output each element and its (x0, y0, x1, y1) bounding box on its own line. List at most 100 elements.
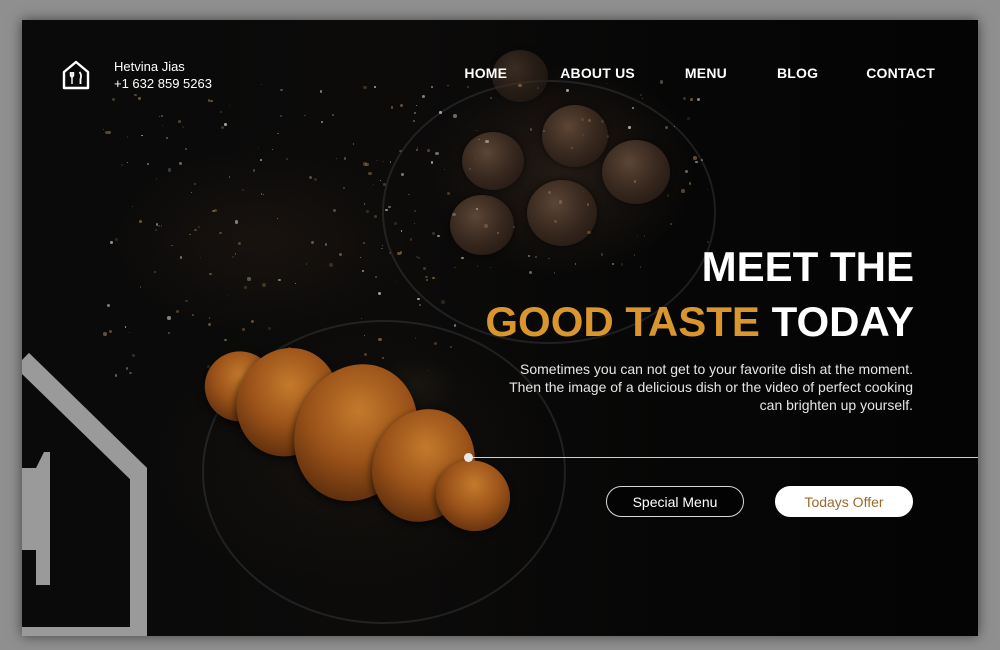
nav-home[interactable]: HOME (464, 65, 507, 81)
sprinkle (377, 291, 382, 295)
sprinkle (415, 104, 417, 106)
brand[interactable]: Hetvina Jias +1 632 859 5263 (62, 58, 212, 92)
sprinkle (383, 183, 386, 187)
sprinkle (178, 161, 182, 166)
sprinkle (433, 341, 437, 345)
sprinkle (177, 120, 181, 124)
sprinkle (478, 138, 480, 140)
sprinkle (435, 151, 439, 155)
todays-offer-button[interactable]: Todays Offer (775, 486, 913, 517)
sprinkle (363, 162, 367, 166)
hero-description-line: Then the image of a delicious dish or th… (509, 379, 913, 395)
sprinkle (394, 222, 397, 225)
sprinkle (374, 86, 376, 88)
sprinkle (690, 97, 693, 101)
sprinkle (427, 149, 430, 152)
divider-line (468, 457, 978, 458)
sprinkle (431, 231, 435, 235)
sprinkle (321, 121, 323, 123)
sprinkle (423, 266, 426, 270)
sprinkle (179, 255, 183, 259)
sprinkle (114, 237, 119, 241)
sprinkle (280, 114, 283, 117)
sprinkle (701, 159, 703, 161)
sprinkle (427, 369, 429, 371)
sprinkle (167, 331, 170, 334)
sprinkle (247, 277, 251, 281)
sprinkle (432, 276, 435, 280)
sprinkle (365, 209, 369, 213)
sprinkle (416, 297, 420, 301)
sprinkle (413, 209, 416, 212)
sprinkle (693, 156, 697, 160)
hero-description-line: Sometimes you can not get to your favori… (520, 361, 913, 377)
sprinkle (260, 159, 262, 161)
sprinkle (208, 272, 212, 276)
sprinkle (566, 88, 570, 92)
sprinkle (400, 230, 403, 232)
sprinkle (374, 275, 378, 278)
sprinkle (518, 83, 522, 88)
nav-blog[interactable]: BLOG (777, 65, 818, 81)
sprinkle (360, 317, 362, 319)
sprinkle (399, 150, 402, 153)
sprinkle (319, 90, 323, 93)
house-fork-knife-icon (62, 60, 90, 90)
sprinkle (109, 241, 113, 245)
sprinkle (262, 283, 266, 287)
sprinkle (155, 228, 158, 231)
sprinkle (368, 171, 372, 175)
sprinkle (666, 194, 670, 197)
sprinkle (527, 254, 530, 258)
sprinkle (106, 303, 110, 308)
brand-name: Hetvina Jias (114, 59, 185, 74)
sprinkle (553, 272, 556, 274)
sprinkle (628, 126, 631, 129)
sprinkle (234, 220, 239, 224)
sprinkle (395, 280, 397, 282)
sprinkle (452, 212, 456, 217)
sprinkle (220, 126, 224, 130)
sprinkle (175, 310, 179, 314)
sprinkle (683, 96, 687, 100)
sprinkle (377, 337, 382, 342)
sprinkle (587, 118, 591, 122)
chocolate-ball (542, 105, 608, 167)
sprinkle (430, 85, 433, 88)
sprinkle (197, 226, 200, 229)
sprinkle (441, 300, 445, 304)
chocolate-ball (527, 180, 597, 246)
chocolate-ball (462, 132, 524, 190)
sprinkle (158, 224, 161, 227)
sprinkle (335, 157, 337, 159)
hero-description: Sometimes you can not get to your favori… (433, 360, 913, 414)
nav-about-us[interactable]: ABOUT US (560, 65, 635, 81)
sprinkle (707, 188, 709, 190)
sprinkle (633, 180, 636, 183)
sprinkle (324, 243, 328, 246)
nav-menu[interactable]: MENU (685, 65, 727, 81)
sprinkle (105, 130, 109, 134)
sprinkle (421, 94, 425, 98)
sprinkle (252, 169, 256, 172)
sprinkle (141, 134, 143, 136)
nav-contact[interactable]: CONTACT (866, 65, 935, 81)
sprinkle (484, 224, 488, 228)
sprinkle (171, 244, 173, 246)
sprinkle (111, 98, 115, 102)
divider-dot (464, 453, 473, 462)
sprinkle (490, 97, 492, 99)
sprinkle (278, 278, 281, 282)
sprinkle (220, 110, 223, 113)
sprinkle (439, 111, 442, 114)
main-nav: HOME ABOUT US MENU BLOG CONTACT (464, 65, 935, 81)
hero-section: Hetvina Jias +1 632 859 5263 HOME ABOUT … (22, 20, 978, 636)
sprinkle (582, 190, 584, 192)
sprinkle (314, 178, 317, 181)
hero-description-line: can brighten up yourself. (759, 397, 913, 413)
sprinkle (332, 114, 334, 117)
sprinkle (224, 123, 227, 126)
sprinkle (305, 263, 307, 265)
sprinkle (553, 219, 557, 223)
special-menu-button[interactable]: Special Menu (606, 486, 744, 517)
